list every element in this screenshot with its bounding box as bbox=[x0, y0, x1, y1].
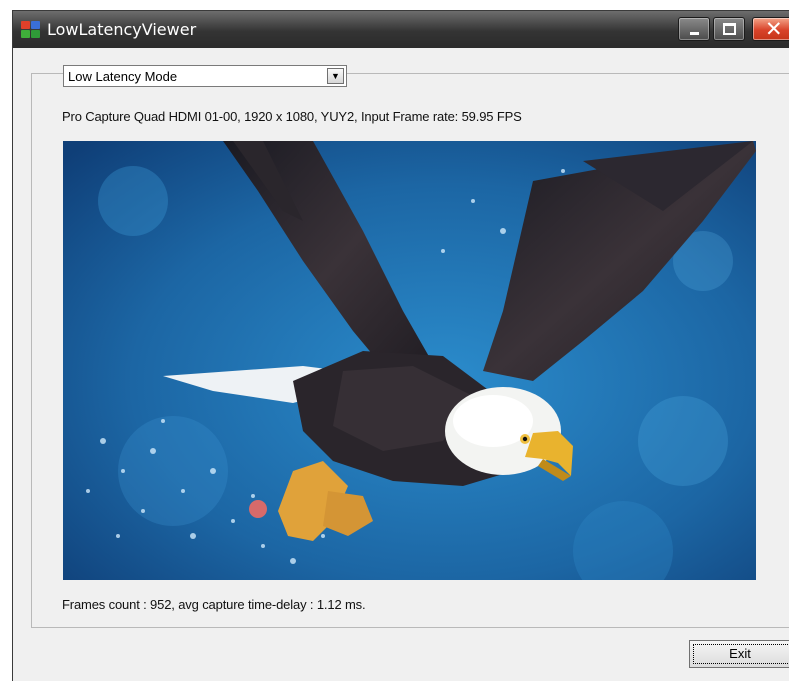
device-info-label: Pro Capture Quad HDMI 01-00, 1920 x 1080… bbox=[62, 109, 522, 124]
maximize-button[interactable] bbox=[713, 17, 745, 41]
exit-button[interactable]: Exit bbox=[689, 640, 789, 668]
close-button[interactable]: ✕ bbox=[752, 17, 789, 41]
close-icon: ✕ bbox=[765, 17, 783, 41]
frames-count-label: Frames count : 952, avg capture time-del… bbox=[62, 597, 366, 612]
exit-button-label: Exit bbox=[729, 646, 751, 661]
app-logo-icon bbox=[21, 21, 41, 39]
video-preview bbox=[63, 141, 756, 580]
mode-dropdown[interactable]: Low Latency Mode ▼ bbox=[63, 65, 347, 87]
minimize-icon bbox=[690, 32, 699, 35]
eagle-video-frame bbox=[63, 141, 756, 580]
title-bar[interactable]: LowLatencyViewer ✕ bbox=[13, 11, 789, 48]
minimize-button[interactable] bbox=[678, 17, 710, 41]
mode-dropdown-value: Low Latency Mode bbox=[68, 69, 178, 84]
dropdown-arrow-icon[interactable]: ▼ bbox=[327, 68, 344, 84]
maximize-icon bbox=[723, 23, 736, 35]
window-title: LowLatencyViewer bbox=[47, 20, 197, 39]
app-window: LowLatencyViewer ✕ Low Latency Mode ▼ Pr… bbox=[12, 10, 789, 681]
